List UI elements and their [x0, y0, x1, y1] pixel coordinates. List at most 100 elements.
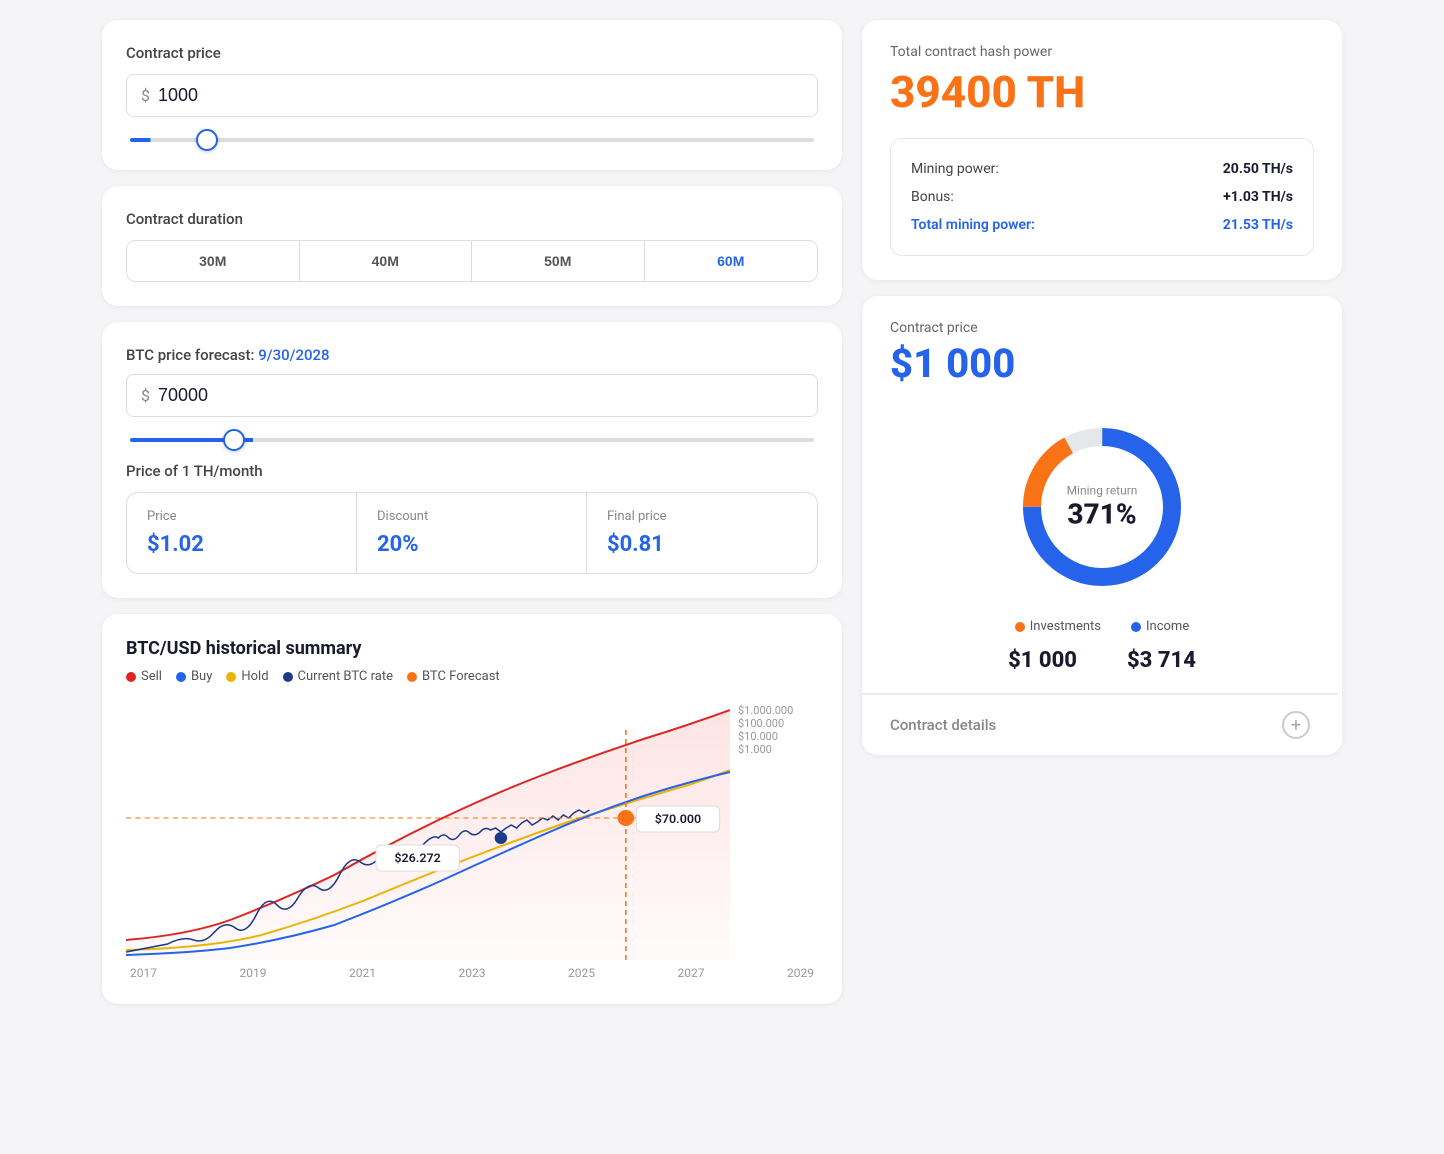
y-label-1m: $1.000.000 [738, 704, 818, 717]
mining-power-label: Mining power: [911, 161, 999, 177]
invest-value: $1 000 [1008, 648, 1077, 673]
current-price-dot [495, 832, 507, 844]
bonus-value: +1.03 TH/s [1223, 189, 1293, 205]
chart-x-axis: 2017 2019 2021 2023 2025 2027 2029 [126, 966, 818, 980]
legend-current-btc: Current BTC rate [283, 669, 393, 684]
donut-label: Mining return [1067, 484, 1138, 498]
invest-label: Investments [1030, 619, 1101, 634]
final-price-value: $0.81 [607, 532, 797, 557]
contract-details-section: Contract details + [862, 693, 1338, 755]
contract-price-display-card: Contract price $1 000 Mining return 371% [862, 296, 1342, 755]
total-mining-row: Total mining power: 21.53 TH/s [911, 211, 1293, 239]
contract-price-display-value: $1 000 [890, 340, 1314, 387]
x-label-2019: 2019 [240, 966, 267, 980]
btc-forecast-label: BTC price forecast: 9/30/2028 [126, 346, 818, 364]
chart-area: $26.272 $70.000 [126, 700, 730, 960]
hold-label: Hold [241, 669, 268, 684]
buy-dot [176, 672, 186, 682]
contract-price-slider-wrap [126, 127, 818, 146]
sell-label: Sell [141, 669, 162, 684]
current-btc-dot [283, 672, 293, 682]
btc-price-input[interactable] [158, 385, 803, 406]
discount-value: 20% [377, 532, 566, 557]
mining-power-row: Mining power: 20.50 TH/s [911, 155, 1293, 183]
price-label: Price [147, 509, 336, 524]
invest-item: $1 000 [1008, 648, 1077, 673]
invest-dot [1015, 622, 1025, 632]
invest-legend-row: Investments Income [1015, 619, 1189, 634]
price-cell-2: Discount 20% [357, 493, 587, 573]
income-item: $3 714 [1127, 648, 1196, 673]
x-label-2025: 2025 [568, 966, 595, 980]
current-annotation-text: $26.272 [394, 851, 440, 865]
duration-tab-30m[interactable]: 30M [127, 241, 300, 281]
income-value: $3 714 [1127, 648, 1196, 673]
chart-title: BTC/USD historical summary [126, 638, 818, 659]
final-price-label: Final price [607, 509, 797, 524]
invest-legend: Investments [1015, 619, 1101, 634]
contract-price-slider[interactable] [130, 138, 814, 142]
hold-dot [226, 672, 236, 682]
contract-details-row: Contract details + [862, 694, 1338, 755]
btc-price-input-wrap: $ [126, 374, 818, 417]
sell-fill-area [126, 710, 730, 960]
contract-details-label: Contract details [890, 716, 996, 734]
contract-duration-card: Contract duration 30M 40M 50M 60M [102, 186, 842, 306]
y-label-1k: $1.000 [738, 743, 818, 756]
discount-label: Discount [377, 509, 566, 524]
legend-btc-forecast: BTC Forecast [407, 669, 500, 684]
price-cell-1: Price $1.02 [127, 493, 357, 573]
chart-y-axis: $1.000.000 $100.000 $10.000 $1.000 [738, 700, 818, 760]
donut-section: Mining return 371% Investments Income [890, 407, 1314, 673]
duration-tabs: 30M 40M 50M 60M [126, 240, 818, 282]
legend-sell: Sell [126, 669, 162, 684]
expand-contract-button[interactable]: + [1282, 711, 1310, 739]
contract-currency-symbol: $ [141, 86, 150, 105]
chart-card: BTC/USD historical summary Sell Buy Hold… [102, 614, 842, 1004]
btc-currency-symbol: $ [141, 386, 150, 405]
donut-percent: 371% [1067, 498, 1138, 531]
x-label-2023: 2023 [459, 966, 486, 980]
contract-price-card: Contract price $ [102, 20, 842, 170]
btc-forecast-card: BTC price forecast: 9/30/2028 $ Price of… [102, 322, 842, 598]
contract-price-label: Contract price [126, 44, 818, 62]
income-dot [1131, 622, 1141, 632]
contract-price-input[interactable] [158, 85, 803, 106]
contract-price-input-wrap: $ [126, 74, 818, 117]
btc-forecast-date-link[interactable]: 9/30/2028 [258, 346, 329, 364]
mining-power-value: 20.50 TH/s [1223, 161, 1293, 177]
total-mining-value: 21.53 TH/s [1223, 217, 1293, 233]
duration-tab-50m[interactable]: 50M [472, 241, 645, 281]
price-cell-3: Final price $0.81 [587, 493, 817, 573]
price-value: $1.02 [147, 532, 336, 557]
hash-details-box: Mining power: 20.50 TH/s Bonus: +1.03 TH… [890, 138, 1314, 256]
sell-dot [126, 672, 136, 682]
bonus-label: Bonus: [911, 189, 954, 205]
buy-label: Buy [191, 669, 212, 684]
x-label-2017: 2017 [130, 966, 157, 980]
legend-hold: Hold [226, 669, 268, 684]
hash-power-card: Total contract hash power 39400 TH Minin… [862, 20, 1342, 280]
current-btc-label: Current BTC rate [298, 669, 393, 684]
contract-price-display-title: Contract price [890, 320, 1314, 336]
donut-chart: Mining return 371% [1002, 407, 1202, 607]
price-table: Price $1.02 Discount 20% Final price $0.… [126, 492, 818, 574]
btc-forecast-legend-label: BTC Forecast [422, 669, 500, 684]
chart-svg: $26.272 $70.000 [126, 700, 730, 960]
btc-forecast-dot [407, 672, 417, 682]
x-label-2029: 2029 [787, 966, 814, 980]
forecast-dot [618, 810, 635, 826]
right-panel: Total contract hash power 39400 TH Minin… [862, 20, 1342, 1004]
x-label-2027: 2027 [678, 966, 705, 980]
forecast-annotation-text: $70.000 [655, 812, 701, 826]
left-panel: Contract price $ Contract duration 30M 4… [102, 20, 842, 1004]
btc-price-slider[interactable] [130, 438, 814, 442]
hash-title: Total contract hash power [890, 44, 1314, 60]
hash-value: 39400 TH [890, 66, 1314, 118]
duration-tab-40m[interactable]: 40M [300, 241, 473, 281]
y-label-10k: $10.000 [738, 730, 818, 743]
duration-tab-60m[interactable]: 60M [645, 241, 818, 281]
legend-buy: Buy [176, 669, 212, 684]
contract-duration-label: Contract duration [126, 210, 818, 228]
chart-legend: Sell Buy Hold Current BTC rate BTC Forec… [126, 669, 818, 684]
